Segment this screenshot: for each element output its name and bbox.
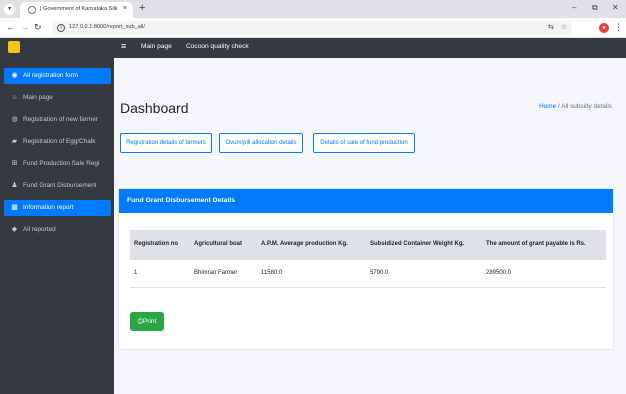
- browser-toolbar: ← → ↻ i 127.0.0.1:8000/report_sub_all/ ⇆…: [0, 18, 626, 38]
- table-cell: 5790.0: [370, 270, 389, 276]
- sidebar-item-all-registration-form[interactable]: ◉ All registration form: [4, 68, 111, 84]
- table-cell: Bhimrao Farmer: [194, 270, 238, 276]
- fund-production-sale-details-button[interactable]: Details of sale of fund production: [313, 133, 415, 153]
- sidebar-item-fund-grant-disbursement[interactable]: ♟ Fund Grant Disbursement: [4, 178, 111, 194]
- sidebar-item-information-report[interactable]: ▦ Information report: [4, 200, 111, 216]
- registration-details-button[interactable]: Registration details of farmers: [120, 133, 212, 153]
- card-header: Fund Grant Disbursement Details: [119, 189, 613, 213]
- user-icon: ♟: [11, 182, 18, 189]
- dashboard-icon: ◉: [11, 72, 18, 79]
- nav-link-main-page[interactable]: Main page: [141, 43, 172, 50]
- nav-link-cocoon-quality-check[interactable]: Cocoon quality check: [186, 43, 249, 50]
- tab-close-icon[interactable]: ×: [123, 5, 127, 12]
- print-button[interactable]: ⎙Print: [130, 312, 164, 331]
- browser-menu-icon[interactable]: ⋮: [614, 22, 623, 33]
- breadcrumb-separator: /: [557, 103, 560, 110]
- sidebar-item-label: Registration of Egg/Chalk: [23, 138, 96, 145]
- table-header: Registration no Agricultural boat A.P.M.…: [130, 230, 606, 260]
- url-text: 127.0.0.1:8000/report_sub_all/: [69, 24, 145, 30]
- tag-icon: ◆: [11, 226, 18, 233]
- reload-icon[interactable]: ↻: [34, 22, 42, 33]
- fund-grant-card: Fund Grant Disbursement Details Registra…: [119, 189, 613, 349]
- translate-icon[interactable]: ⇆: [548, 23, 554, 31]
- restore-icon[interactable]: ⧉: [592, 3, 598, 13]
- window-close-icon[interactable]: ✕: [612, 3, 619, 12]
- brand-area[interactable]: [0, 38, 114, 58]
- address-bar[interactable]: i 127.0.0.1:8000/report_sub_all/ ⇆ ☆: [52, 21, 572, 35]
- hamburger-menu-icon[interactable]: ≡: [121, 41, 126, 51]
- sidebar-item-main-page[interactable]: ⌂ Main page: [4, 90, 111, 106]
- top-navbar: ≡ Main page Cocoon quality check: [114, 38, 626, 58]
- breadcrumb-home-link[interactable]: Home: [539, 103, 556, 110]
- site-info-icon[interactable]: i: [57, 24, 65, 32]
- main-content: Dashboard Home / All subsidy details Reg…: [114, 58, 626, 394]
- sidebar: ◉ All registration form ⌂ Main page ◍ Regis…: [0, 58, 114, 394]
- sidebar-item-label: Fund Production Sale Regi: [23, 160, 100, 167]
- tab-title: | Government of Karnataka Silk: [40, 6, 118, 12]
- sidebar-item-label: All registration form: [23, 72, 79, 79]
- back-icon[interactable]: ←: [6, 22, 15, 32]
- sidebar-item-label: All reported: [23, 226, 56, 233]
- column-header: The amount of grant payable is Rs.: [486, 241, 586, 247]
- bookmark-star-icon[interactable]: ☆: [561, 23, 567, 31]
- new-tab-button[interactable]: +: [139, 2, 145, 14]
- sidebar-item-all-reported[interactable]: ◆ All reported: [4, 222, 111, 238]
- column-header: Subsidized Container Weight Kg.: [370, 241, 465, 247]
- home-icon: ⌂: [12, 94, 17, 101]
- sidebar-item-label: Main page: [23, 94, 53, 101]
- sidebar-item-label: Registration of new farmer: [23, 116, 98, 123]
- cart-icon: ⊞: [11, 160, 18, 167]
- user-circle-icon: ◍: [11, 116, 18, 123]
- sidebar-item-registration-egg-chalk[interactable]: ▰ Registration of Egg/Chalk: [4, 134, 111, 150]
- tab-search-icon[interactable]: ▾: [4, 4, 15, 15]
- column-header: Agricultural boat: [194, 241, 243, 247]
- sidebar-item-label: Information report: [23, 204, 74, 211]
- table-icon: ▦: [11, 204, 18, 211]
- forward-icon[interactable]: →: [20, 22, 29, 32]
- browser-tab[interactable]: | Government of Karnataka Silk ×: [20, 2, 133, 18]
- table-cell: 11580.0: [261, 270, 283, 276]
- ovum-allocation-details-button[interactable]: Ovum/pill allocation details: [219, 133, 303, 153]
- minimize-icon[interactable]: –: [572, 3, 576, 12]
- truck-icon: ▰: [11, 138, 18, 145]
- breadcrumb: Home / All subsidy details: [539, 103, 612, 110]
- breadcrumb-current: All subsidy details: [561, 103, 612, 110]
- table-cell: 289500.0: [486, 270, 512, 276]
- column-header: Registration no: [134, 241, 179, 247]
- table-row: 1 Bhimrao Farmer 11580.0 5790.0 289500.0: [130, 260, 606, 288]
- sidebar-item-fund-production-sale[interactable]: ⊞ Fund Production Sale Regi: [4, 156, 111, 172]
- print-button-label: Print: [142, 318, 157, 325]
- profile-avatar-icon[interactable]: ●: [599, 23, 609, 33]
- sidebar-item-label: Fund Grant Disbursement: [23, 182, 97, 189]
- sidebar-item-registration-new-farmer[interactable]: ◍ Registration of new farmer: [4, 112, 111, 128]
- browser-tab-bar: ▾ | Government of Karnataka Silk × + – ⧉…: [0, 0, 626, 18]
- page-title: Dashboard: [120, 100, 189, 116]
- favicon-icon: [28, 6, 36, 14]
- brand-logo-icon: [8, 41, 20, 53]
- column-header: A.P.M. Average production Kg.: [261, 241, 348, 247]
- table-cell: 1: [134, 270, 138, 276]
